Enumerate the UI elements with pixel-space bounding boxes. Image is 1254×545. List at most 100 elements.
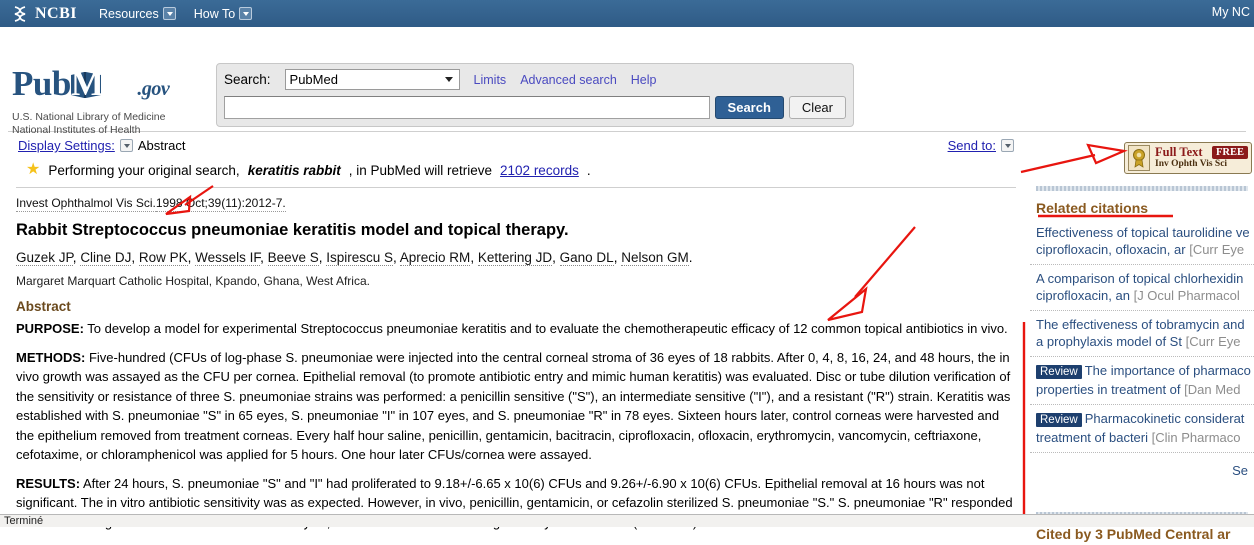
main-area: Display Settings: Abstract Send to: ★ Pe… [0, 132, 1254, 545]
related-citation-line2: treatment of bacteri [1036, 430, 1148, 445]
article-content: Display Settings: Abstract Send to: ★ Pe… [0, 132, 1030, 541]
related-citation-item[interactable]: Effectiveness of topical taurolidine ve … [1030, 219, 1254, 265]
search-area: Search: PubMed Limits Advanced search He… [216, 63, 854, 127]
browser-status-bar: Terminé [0, 514, 1254, 527]
related-citation-journal: [Clin Pharmaco [1151, 430, 1241, 445]
related-citations-heading: Related citations [1036, 200, 1149, 216]
chevron-down-icon [162, 7, 176, 20]
article-title: Rabbit Streptococcus pneumoniae keratiti… [16, 221, 569, 239]
related-citation-line1: A comparison of topical chlorhexidin [1036, 271, 1244, 286]
journal-name[interactable]: Invest Ophthalmol Vis Sci. [16, 196, 156, 212]
database-select[interactable]: PubMed [284, 69, 460, 90]
author-link[interactable]: Kettering JD [477, 250, 553, 266]
journal-citation-detail: 1998 Oct;39(11):2012-7. [155, 196, 286, 212]
abstract-heading: Abstract [16, 299, 71, 314]
see-all-link[interactable]: Se [1030, 453, 1254, 478]
limits-link[interactable]: Limits [474, 73, 507, 87]
journal-citation-line: Invest Ophthalmol Vis Sci. 1998 Oct;39(1… [16, 195, 1016, 212]
related-citation-line2: ciprofloxacin, ofloxacin, ar [1036, 242, 1186, 257]
related-citation-journal: [J Ocul Pharmacol [1133, 288, 1240, 303]
sidebar-separator [1036, 186, 1248, 191]
author-link[interactable]: Gano DL [559, 250, 614, 266]
logo-gov-text: .gov [137, 78, 170, 100]
related-citation-item[interactable]: Review Pharmacokinetic considerat treatme… [1030, 405, 1254, 453]
database-select-value: PubMed [289, 72, 338, 87]
related-citation-line2: a prophylaxis model of St [1036, 334, 1182, 349]
full-text-badge[interactable]: Full Text Inv Ophth Vis Sci FREE [1124, 142, 1252, 174]
pubmed-logo[interactable]: Pub Med.gov U.S. National Library of Med… [12, 65, 212, 137]
related-citation-line1: The importance of pharmaco [1084, 363, 1251, 378]
full-text-subtitle: Inv Ophth Vis Sci [1155, 159, 1228, 169]
send-to-label: Send to: [947, 138, 996, 153]
ncbi-logo[interactable]: NCBI [12, 5, 77, 23]
related-citation-line1: The effectiveness of tobramycin and [1036, 317, 1245, 332]
clear-button[interactable]: Clear [788, 96, 846, 119]
author-link[interactable]: Guzek JP [16, 250, 73, 266]
my-ncbi-link[interactable]: My NC [1212, 5, 1250, 19]
display-settings-label: Display Settings: [18, 138, 115, 153]
author-link[interactable]: Row PK [138, 250, 188, 266]
search-bottom-row: Search Clear [224, 96, 846, 119]
abstract-section-methods: METHODS: Five-hundred (CFUs of log-phase… [16, 348, 1016, 465]
search-panel: Search: PubMed Limits Advanced search He… [216, 63, 854, 127]
author-affiliation: Margaret Marquart Catholic Hospital, Kpa… [16, 274, 370, 288]
author-link[interactable]: Cline DJ [80, 250, 132, 266]
pubmed-logo-wordmark: Pub Med.gov [12, 65, 212, 108]
search-input[interactable] [224, 96, 710, 119]
menu-resources[interactable]: Resources [99, 7, 176, 21]
related-citation-item[interactable]: Review The importance of pharmaco propert… [1030, 357, 1254, 405]
related-citation-journal: [Curr Eye [1189, 242, 1245, 257]
abstract-section-purpose: PURPOSE: To develop a model for experime… [16, 319, 1016, 339]
abstract-text-methods: Five-hundred (CFUs of log-phase S. pneum… [16, 349, 1011, 463]
notice-mid: , in PubMed will retrieve [348, 162, 493, 178]
author-list: Guzek JP, Cline DJ, Row PK, Wessels IF, … [16, 250, 693, 266]
notice-pre: Performing your original search, [48, 162, 240, 178]
display-mode-value: Abstract [137, 138, 186, 153]
related-citation-line2: ciprofloxacin, an [1036, 288, 1130, 303]
search-button[interactable]: Search [714, 96, 784, 119]
menu-how-to[interactable]: How To [194, 7, 253, 21]
search-top-row: Search: PubMed Limits Advanced search He… [224, 69, 846, 90]
logo-med-text: Med [70, 64, 138, 103]
abstract-label-purpose: PURPOSE: [16, 321, 84, 336]
menu-resources-label: Resources [99, 6, 159, 21]
related-citation-line1: Effectiveness of topical taurolidine ve [1036, 225, 1250, 240]
author-link[interactable]: Beeve S [267, 250, 319, 266]
ncbi-logo-text: NCBI [35, 4, 78, 22]
author-link[interactable]: Ispirescu S [326, 250, 394, 266]
chevron-down-icon [1001, 139, 1014, 152]
ncbi-top-bar: NCBI Resources How To My NC [0, 0, 1254, 27]
related-citation-item[interactable]: A comparison of topical chlorhexidin cip… [1030, 265, 1254, 311]
dna-helix-icon [14, 5, 26, 22]
related-citation-line1: Pharmacokinetic considerat [1084, 411, 1245, 426]
author-link[interactable]: Wessels IF [195, 250, 261, 266]
pubmed-header: Pub Med.gov U.S. National Library of Med… [0, 27, 1254, 136]
original-search-notice: ★ Performing your original search, kerat… [16, 157, 1016, 184]
content-rule [16, 187, 1016, 188]
ribbon-seal-icon [1128, 145, 1150, 171]
notice-term: keratitis rabbit [247, 162, 341, 178]
chevron-down-icon [119, 139, 133, 152]
display-settings[interactable]: Display Settings: Abstract [18, 138, 186, 153]
right-sidebar: Full Text Inv Ophth Vis Sci FREE Related… [1030, 132, 1254, 545]
author-link[interactable]: Nelson GM [621, 250, 689, 266]
abstract-label-methods: METHODS: [16, 349, 86, 365]
star-icon: ★ [26, 161, 41, 178]
related-citation-item[interactable]: The effectiveness of tobramycin and a pr… [1030, 311, 1254, 357]
abstract-label-results: RESULTS: [16, 475, 81, 491]
free-tag: FREE [1211, 146, 1248, 159]
chevron-down-icon [444, 77, 453, 82]
related-citation-line2: properties in treatment of [1036, 382, 1181, 397]
related-citation-journal: [Dan Med [1184, 382, 1241, 397]
records-count-link[interactable]: 2102 records [500, 163, 579, 178]
help-link[interactable]: Help [631, 73, 657, 87]
review-badge: Review [1036, 413, 1082, 427]
search-label: Search: [224, 72, 271, 87]
cited-by-heading: Cited by 3 PubMed Central ar [1036, 526, 1231, 542]
advanced-search-link[interactable]: Advanced search [520, 73, 617, 87]
notice-post: . [586, 162, 591, 178]
author-link[interactable]: Aprecio RM [399, 250, 471, 266]
send-to[interactable]: Send to: [948, 138, 1014, 153]
logo-subtitle-line1: U.S. National Library of Medicine [12, 111, 166, 123]
review-badge: Review [1036, 365, 1082, 379]
